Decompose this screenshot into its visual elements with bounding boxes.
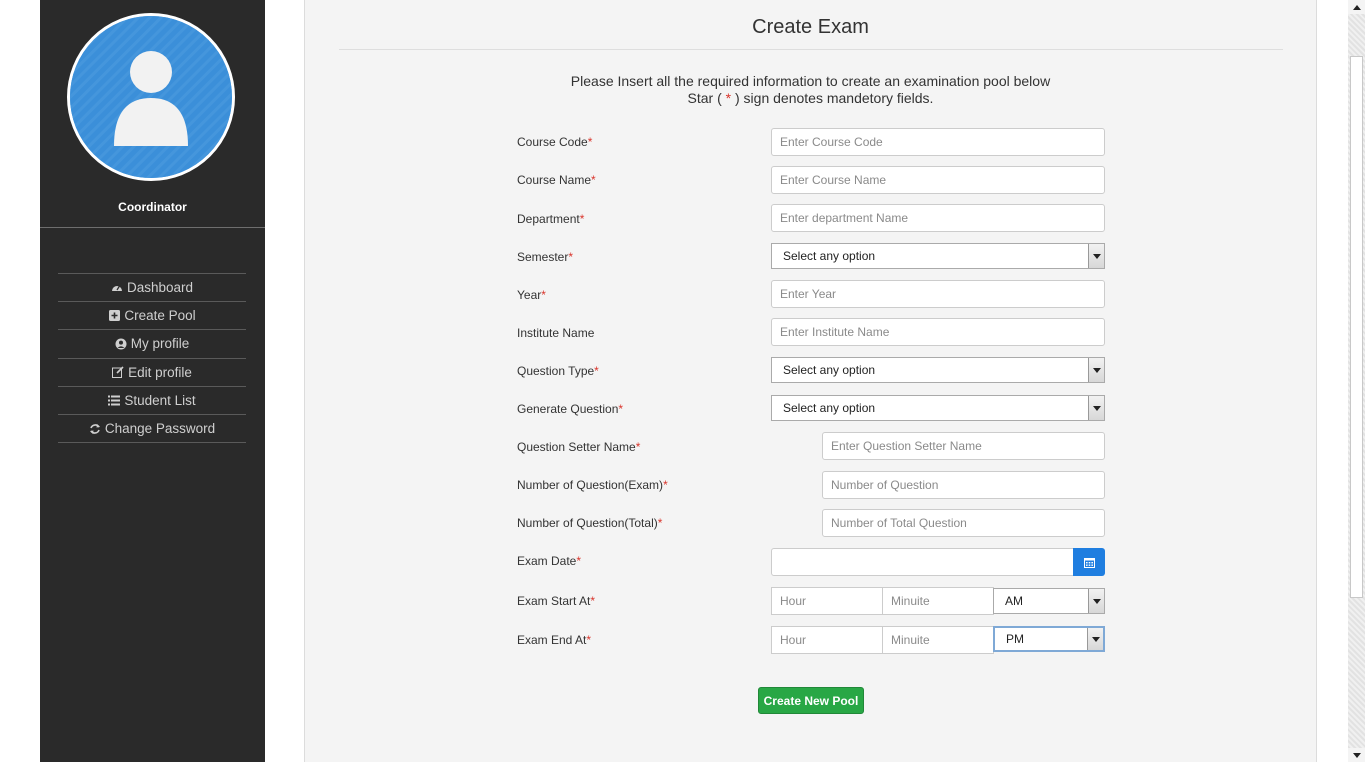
required-mark: * bbox=[590, 594, 596, 608]
vertical-scrollbar[interactable] bbox=[1348, 0, 1365, 762]
scroll-down-button[interactable] bbox=[1348, 748, 1365, 762]
num-question-exam-label: Number of Question(Exam)* bbox=[517, 478, 668, 492]
sidebar-item-edit-profile[interactable]: Edit profile bbox=[58, 359, 246, 387]
user-circle-icon bbox=[115, 338, 127, 350]
sidebar-item-dashboard[interactable]: Dashboard bbox=[58, 274, 246, 303]
calendar-icon bbox=[1083, 557, 1095, 568]
num-question-total-label: Number of Question(Total)* bbox=[517, 516, 663, 530]
start-minute-input[interactable]: Minuite bbox=[882, 587, 994, 615]
year-input[interactable]: Enter Year bbox=[771, 280, 1105, 308]
sidebar-nav: Dashboard Create Pool My profile Edit pr… bbox=[58, 273, 246, 444]
end-ampm-value: PM bbox=[1006, 632, 1024, 646]
course-code-label: Course Code* bbox=[517, 135, 593, 149]
sidebar-divider bbox=[40, 227, 265, 228]
exam-date-input[interactable] bbox=[771, 548, 1074, 576]
chevron-down-icon[interactable] bbox=[1088, 589, 1104, 613]
create-new-pool-button[interactable]: Create New Pool bbox=[758, 687, 864, 714]
sidebar-item-label: Create Pool bbox=[124, 308, 196, 324]
end-hour-input[interactable]: Hour bbox=[771, 626, 883, 654]
course-code-input[interactable]: Enter Course Code bbox=[771, 128, 1105, 156]
required-mark: * bbox=[663, 478, 668, 492]
sidebar-item-label: My profile bbox=[130, 336, 190, 352]
sidebar-item-my-profile[interactable]: My profile bbox=[58, 330, 246, 359]
form-instructions: Please Insert all the required informati… bbox=[305, 73, 1316, 107]
required-mark: * bbox=[541, 288, 546, 302]
department-input[interactable]: Enter department Name bbox=[771, 204, 1105, 232]
start-hour-input[interactable]: Hour bbox=[771, 587, 883, 615]
num-question-total-input[interactable]: Number of Total Question bbox=[822, 509, 1105, 537]
question-setter-name-label: Question Setter Name* bbox=[517, 440, 641, 454]
list-icon bbox=[108, 394, 121, 406]
required-mark: * bbox=[579, 212, 585, 226]
num-question-exam-input[interactable]: Number of Question bbox=[822, 471, 1105, 499]
exam-start-label: Exam Start At* bbox=[517, 594, 596, 608]
start-ampm-select[interactable]: AM bbox=[993, 588, 1105, 614]
avatar bbox=[67, 13, 235, 181]
scrollbar-thumb[interactable] bbox=[1350, 56, 1363, 598]
main-panel: Create Exam Please Insert all the requir… bbox=[304, 0, 1317, 762]
end-minute-input[interactable]: Minuite bbox=[882, 626, 994, 654]
semester-select[interactable]: Select any option bbox=[771, 243, 1105, 269]
sidebar-item-label: Edit profile bbox=[128, 364, 192, 380]
year-label: Year* bbox=[517, 288, 546, 302]
required-mark: * bbox=[635, 440, 641, 454]
start-ampm-value: AM bbox=[1005, 594, 1023, 608]
required-mark: * bbox=[586, 633, 592, 647]
question-type-select[interactable]: Select any option bbox=[771, 357, 1105, 383]
page-title: Create Exam bbox=[752, 16, 869, 38]
end-ampm-select[interactable]: PM bbox=[993, 626, 1105, 652]
department-label: Department* bbox=[517, 212, 585, 226]
required-star-sample: * bbox=[721, 90, 735, 106]
sidebar-item-student-list[interactable]: Student List bbox=[58, 387, 246, 415]
user-role-label: Coordinator bbox=[118, 200, 187, 214]
sidebar-item-label: Student List bbox=[124, 392, 196, 408]
sidebar-item-label: Dashboard bbox=[126, 280, 194, 296]
title-divider bbox=[339, 49, 1283, 50]
sidebar-item-label: Change Password bbox=[104, 421, 216, 437]
required-mark: * bbox=[576, 554, 582, 568]
exam-date-label: Exam Date* bbox=[517, 554, 582, 568]
plus-square-icon bbox=[108, 310, 120, 322]
instructions-line-2: Star ( * ) sign denotes mandetory fields… bbox=[305, 90, 1316, 107]
sidebar-item-change-password[interactable]: Change Password bbox=[58, 415, 246, 444]
generate-question-select-value: Select any option bbox=[783, 401, 876, 415]
instructions-suffix: ) sign denotes mandetory fields. bbox=[735, 90, 934, 106]
sidebar: Coordinator Dashboard Create Pool My pro… bbox=[40, 0, 265, 762]
user-avatar-icon bbox=[70, 16, 232, 178]
institute-name-label: Institute Name bbox=[517, 326, 595, 340]
instructions-line-1: Please Insert all the required informati… bbox=[570, 73, 1051, 89]
dashboard-icon bbox=[111, 282, 123, 294]
semester-label: Semester* bbox=[517, 250, 574, 264]
chevron-down-icon[interactable] bbox=[1088, 244, 1104, 268]
required-mark: * bbox=[657, 516, 663, 530]
chevron-down-icon[interactable] bbox=[1088, 396, 1104, 420]
required-mark: * bbox=[568, 250, 574, 264]
chevron-down-icon[interactable] bbox=[1087, 628, 1103, 650]
instructions-prefix: Star ( bbox=[687, 90, 722, 106]
question-setter-name-input[interactable]: Enter Question Setter Name bbox=[822, 432, 1105, 460]
course-name-input[interactable]: Enter Course Name bbox=[771, 166, 1105, 194]
course-name-label: Course Name* bbox=[517, 173, 596, 187]
sidebar-item-create-pool[interactable]: Create Pool bbox=[58, 302, 246, 331]
question-type-label: Question Type* bbox=[517, 364, 599, 378]
calendar-button[interactable] bbox=[1073, 548, 1105, 576]
arrow-up-icon bbox=[1352, 4, 1361, 10]
edit-icon bbox=[112, 366, 124, 379]
generate-question-select[interactable]: Select any option bbox=[771, 395, 1105, 421]
exam-end-label: Exam End At* bbox=[517, 633, 592, 647]
required-mark: * bbox=[587, 135, 593, 149]
required-mark: * bbox=[618, 402, 624, 416]
chevron-down-icon[interactable] bbox=[1088, 358, 1104, 382]
arrow-down-icon bbox=[1352, 752, 1361, 758]
required-mark: * bbox=[594, 364, 599, 378]
semester-select-value: Select any option bbox=[783, 249, 876, 263]
question-type-select-value: Select any option bbox=[783, 363, 876, 377]
required-mark: * bbox=[591, 173, 596, 187]
scroll-up-button[interactable] bbox=[1348, 0, 1365, 14]
refresh-icon bbox=[89, 423, 101, 435]
institute-name-input[interactable]: Enter Institute Name bbox=[771, 318, 1105, 346]
generate-question-label: Generate Question* bbox=[517, 402, 624, 416]
